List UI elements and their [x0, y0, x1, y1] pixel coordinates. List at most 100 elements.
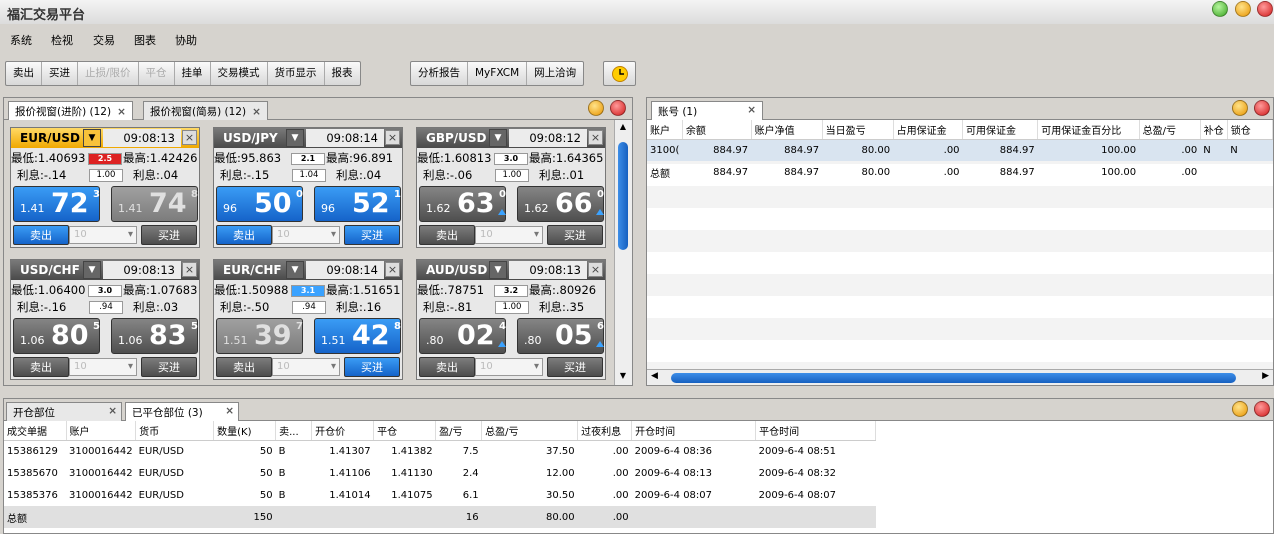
buy-button[interactable]: 买进 [141, 357, 197, 377]
menu-help[interactable]: 协助 [175, 32, 197, 48]
chevron-down-icon[interactable]: ▼ [489, 261, 507, 279]
column-header[interactable]: 成交单据 [4, 421, 67, 441]
sell-price-button[interactable]: 1.62 63 0 [419, 186, 506, 222]
tab-advanced-quotes[interactable]: 报价视窗(进阶) (12) × [8, 101, 133, 121]
sell-button[interactable]: 卖出 [216, 225, 272, 245]
table-row[interactable]: 3100(884.97 884.97 80.00.00 884.97 100.00.00… [647, 139, 1273, 161]
menu-system[interactable]: 系统 [10, 32, 32, 48]
column-header[interactable]: 总盈/亏 [481, 421, 579, 441]
chevron-down-icon[interactable]: ▼ [83, 261, 101, 279]
column-header[interactable]: 可用保证金百分比 [1037, 120, 1140, 140]
column-header[interactable]: 补仓 [1200, 120, 1228, 140]
close-tab-icon[interactable]: × [108, 405, 117, 417]
menu-chart[interactable]: 图表 [134, 32, 156, 48]
quantity-select[interactable]: 10 ▾ [475, 358, 543, 376]
scroll-thumb[interactable] [618, 142, 628, 250]
maximize-button[interactable] [1235, 1, 1251, 17]
close-icon[interactable]: × [182, 262, 197, 277]
close-position-button[interactable]: 平仓 [139, 62, 175, 85]
buy-price-button[interactable]: 1.41 74 8 [111, 186, 198, 222]
sell-price-button[interactable]: .80 02 4 [419, 318, 506, 354]
buy-button[interactable]: 买进 [42, 62, 78, 85]
buy-button[interactable]: 买进 [141, 225, 197, 245]
quantity-select[interactable]: 10 ▾ [69, 358, 137, 376]
close-icon[interactable]: × [385, 262, 400, 277]
entry-order-button[interactable]: 挂单 [175, 62, 211, 85]
sell-button[interactable]: 卖出 [13, 225, 69, 245]
buy-price-button[interactable]: 1.06 83 5 [111, 318, 198, 354]
sell-button[interactable]: 卖出 [216, 357, 272, 377]
account-hscrollbar[interactable]: ◀ ▶ [647, 369, 1273, 385]
close-icon[interactable]: × [385, 130, 400, 145]
tab-closed-positions[interactable]: 已平仓部位 (3) × [125, 402, 239, 422]
currency-display-button[interactable]: 货币显示 [268, 62, 325, 85]
buy-price-button[interactable]: 1.62 66 0 [517, 186, 604, 222]
myfxcm-button[interactable]: MyFXCM [468, 62, 528, 85]
table-row[interactable]: 15386129 3100016442 EUR/USD 50 B 1.41307 1.413… [4, 440, 876, 462]
tab-simple-quotes[interactable]: 报价视窗(简易) (12) × [143, 101, 268, 120]
sell-price-button[interactable]: 1.51 39 7 [216, 318, 303, 354]
scroll-thumb[interactable] [671, 373, 1236, 383]
buy-price-button[interactable]: 96 52 1 [314, 186, 401, 222]
close-tab-icon[interactable]: × [747, 104, 756, 116]
scroll-right-icon[interactable]: ▶ [1262, 371, 1269, 381]
quantity-select[interactable]: 10 ▾ [272, 226, 340, 244]
scroll-up-icon[interactable]: ▲ [617, 122, 629, 134]
close-button[interactable] [1257, 1, 1273, 17]
column-header[interactable]: 锁仓 [1227, 120, 1273, 140]
column-header[interactable]: 总盈/亏 [1139, 120, 1201, 140]
close-tab-icon[interactable]: × [225, 405, 234, 417]
quotes-scrollbar[interactable]: ▲ ▼ [614, 120, 632, 385]
online-chat-button[interactable]: 网上洽询 [527, 62, 583, 85]
minimize-button[interactable] [1212, 1, 1228, 17]
table-row[interactable]: 15385670 3100016442 EUR/USD 50 B 1.41106 1.411… [4, 462, 876, 484]
chevron-down-icon[interactable]: ▼ [286, 261, 304, 279]
column-header[interactable]: 平仓 [373, 421, 437, 441]
buy-button[interactable]: 买进 [344, 225, 400, 245]
column-header[interactable]: 卖... [275, 421, 313, 441]
quantity-select[interactable]: 10 ▾ [272, 358, 340, 376]
sell-price-button[interactable]: 1.06 80 5 [13, 318, 100, 354]
panel-close-icon[interactable] [1254, 100, 1270, 116]
close-icon[interactable]: × [182, 130, 197, 145]
column-header[interactable]: 可用保证金 [962, 120, 1039, 140]
close-icon[interactable]: × [588, 262, 603, 277]
buy-button[interactable]: 买进 [547, 357, 603, 377]
column-header[interactable]: 账户 [647, 120, 683, 140]
menu-trade[interactable]: 交易 [93, 32, 115, 48]
tab-open-positions[interactable]: 开仓部位 × [6, 402, 122, 421]
column-header[interactable]: 开仓时间 [631, 421, 757, 441]
reports-button[interactable]: 报表 [325, 62, 360, 85]
column-header[interactable]: 当日盈亏 [822, 120, 894, 140]
column-header[interactable]: 账户 [66, 421, 137, 441]
panel-minimize-icon[interactable] [1232, 100, 1248, 116]
column-header[interactable]: 数量(K) [213, 421, 277, 441]
sell-button[interactable]: 卖出 [6, 62, 42, 85]
column-header[interactable]: 过夜利息 [577, 421, 633, 441]
close-tab-icon[interactable]: × [117, 106, 126, 118]
buy-price-button[interactable]: .80 05 6 [517, 318, 604, 354]
quantity-select[interactable]: 10 ▾ [475, 226, 543, 244]
quantity-select[interactable]: 10 ▾ [69, 226, 137, 244]
chevron-down-icon[interactable]: ▼ [286, 129, 304, 147]
panel-minimize-icon[interactable] [588, 100, 604, 116]
panel-close-icon[interactable] [610, 100, 626, 116]
sell-price-button[interactable]: 1.41 72 3 [13, 186, 100, 222]
panel-minimize-icon[interactable] [1232, 401, 1248, 417]
table-row[interactable]: 15385376 3100016442 EUR/USD 50 B 1.41014 1.410… [4, 484, 876, 506]
column-header[interactable]: 货币 [135, 421, 215, 441]
panel-close-icon[interactable] [1254, 401, 1270, 417]
chevron-down-icon[interactable]: ▼ [489, 129, 507, 147]
sell-price-button[interactable]: 96 50 0 [216, 186, 303, 222]
tab-account[interactable]: 账号 (1) × [651, 101, 763, 121]
sell-button[interactable]: 卖出 [419, 225, 475, 245]
buy-price-button[interactable]: 1.51 42 8 [314, 318, 401, 354]
scroll-left-icon[interactable]: ◀ [651, 371, 658, 381]
column-header[interactable]: 账户净值 [751, 120, 823, 140]
column-header[interactable]: 平仓时间 [755, 421, 877, 441]
sell-button[interactable]: 卖出 [13, 357, 69, 377]
scroll-down-icon[interactable]: ▼ [617, 371, 629, 383]
column-header[interactable]: 盈/亏 [435, 421, 483, 441]
column-header[interactable]: 余额 [682, 120, 752, 140]
menu-view[interactable]: 检视 [51, 32, 73, 48]
